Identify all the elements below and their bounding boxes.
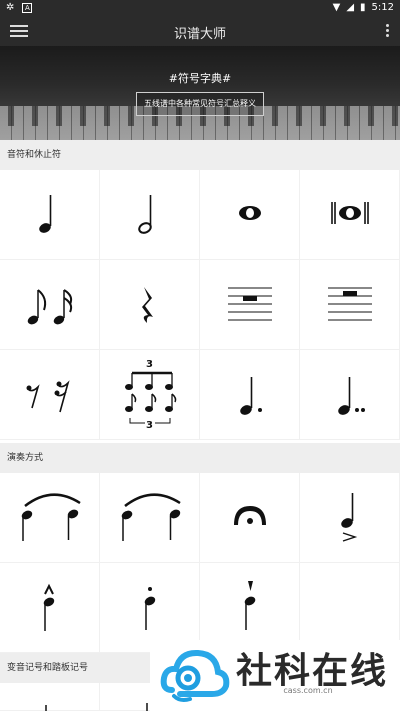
quarter-note-icon bbox=[39, 195, 52, 233]
eighth-sixteenth-note-icon bbox=[27, 289, 73, 325]
symbol-triplets[interactable]: 3 3 bbox=[100, 350, 200, 440]
symbol-double-dotted-quarter-note[interactable] bbox=[300, 350, 400, 440]
banner-button[interactable]: 五线谱中各种常见符号汇总释义 bbox=[136, 92, 264, 116]
symbol-fermata[interactable] bbox=[200, 473, 300, 563]
symbol-eighth-sixteenth-notes[interactable] bbox=[0, 260, 100, 350]
symbol-half-rest-staff[interactable] bbox=[300, 260, 400, 350]
symbol-accent[interactable] bbox=[300, 473, 400, 563]
symbol-sharp-partial[interactable] bbox=[0, 683, 100, 711]
fermata-icon bbox=[234, 506, 266, 525]
triplet-bottom-number: 3 bbox=[146, 420, 153, 431]
status-time: 5:12 bbox=[371, 2, 394, 13]
watermark-logo-icon bbox=[160, 649, 230, 702]
whole-rest-staff-icon bbox=[228, 287, 272, 321]
bug-icon: ✲ bbox=[6, 2, 15, 13]
section-header-performance: 演奏方式 bbox=[0, 443, 400, 473]
watermark: 社科在线 cass.com.cn bbox=[150, 640, 400, 711]
symbol-slur[interactable] bbox=[0, 473, 100, 563]
more-options-icon[interactable] bbox=[384, 22, 390, 40]
whole-note-icon bbox=[239, 206, 261, 220]
double-dotted-quarter-note-icon bbox=[338, 377, 365, 415]
symbol-quarter-rest[interactable] bbox=[100, 260, 200, 350]
app-bar: 识谱大师 bbox=[0, 16, 400, 46]
symbol-whole-rest-staff[interactable] bbox=[200, 260, 300, 350]
signal-icon: ◢ bbox=[346, 2, 355, 13]
symbol-marcato[interactable] bbox=[0, 563, 100, 653]
double-whole-note-icon bbox=[331, 202, 369, 224]
symbol-eighth-sixteenth-rests[interactable] bbox=[0, 350, 100, 440]
half-rest-staff-icon bbox=[328, 287, 372, 321]
slur-icon bbox=[21, 493, 81, 541]
banner: #符号字典# 五线谱中各种常见符号汇总释义 bbox=[0, 46, 400, 140]
symbol-whole-note[interactable] bbox=[200, 170, 300, 260]
symbol-quarter-note[interactable] bbox=[0, 170, 100, 260]
banner-title: #符号字典# bbox=[168, 72, 232, 85]
battery-icon: ▮ bbox=[360, 2, 366, 13]
quarter-rest-icon bbox=[142, 287, 153, 323]
accent-icon bbox=[341, 493, 358, 542]
triplet-top-number: 3 bbox=[146, 359, 153, 370]
status-bar: ✲ A ▼ ◢ ▮ 5:12 bbox=[0, 0, 400, 16]
tie-icon bbox=[121, 493, 181, 541]
dotted-quarter-note-icon bbox=[240, 377, 262, 415]
symbol-double-whole-note[interactable] bbox=[300, 170, 400, 260]
symbol-dotted-quarter-note[interactable] bbox=[200, 350, 300, 440]
symbol-tie[interactable] bbox=[100, 473, 200, 563]
eighth-sixteenth-rest-icon bbox=[26, 380, 70, 413]
half-note-icon bbox=[138, 195, 152, 234]
triplet-notes-icon: 3 3 bbox=[125, 359, 177, 431]
marcato-icon bbox=[43, 583, 55, 631]
app-title: 识谱大师 bbox=[173, 27, 226, 42]
watermark-url: cass.com.cn bbox=[236, 686, 380, 695]
sharp-icon bbox=[45, 705, 47, 711]
wifi-icon: ▼ bbox=[332, 2, 341, 13]
section-header-notes-rests: 音符和休止符 bbox=[0, 140, 400, 170]
symbol-half-note[interactable] bbox=[100, 170, 200, 260]
a-icon: A bbox=[22, 2, 33, 13]
